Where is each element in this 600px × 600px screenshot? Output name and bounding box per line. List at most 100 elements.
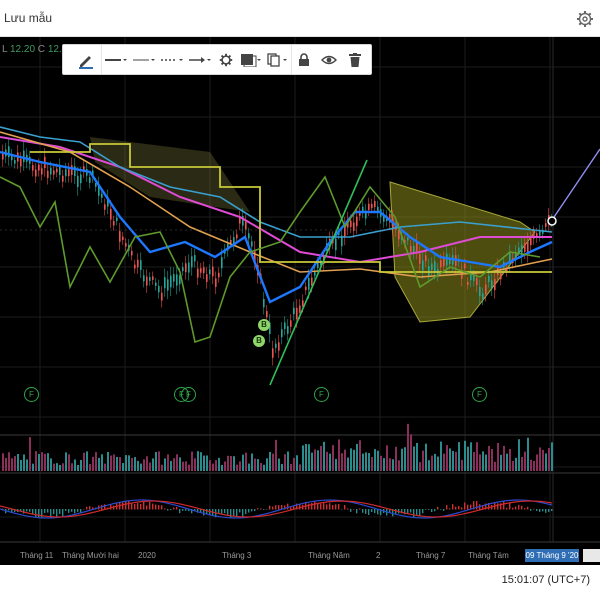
volume-bar <box>146 456 148 471</box>
candle <box>8 146 10 158</box>
volume-bar <box>65 452 67 471</box>
volume-bar <box>131 457 133 471</box>
lock-icon[interactable] <box>291 45 316 74</box>
candle <box>281 329 283 338</box>
arrow-line-icon[interactable] <box>187 45 213 74</box>
macd-histogram-bar <box>53 509 55 515</box>
macd-histogram-bar <box>176 506 178 510</box>
candle <box>491 280 493 289</box>
candle <box>164 277 166 289</box>
volume-bar <box>158 451 160 471</box>
macd-histogram-bar <box>185 509 187 511</box>
b-marker[interactable]: B <box>258 319 270 331</box>
volume-bar <box>197 451 199 471</box>
candle <box>53 170 55 175</box>
candle <box>215 278 217 287</box>
candle <box>80 174 82 184</box>
volume-bar <box>86 451 88 471</box>
macd-histogram-bar <box>518 504 520 510</box>
macd-histogram-bar <box>335 504 337 510</box>
volume-bar <box>8 452 10 471</box>
chart-area[interactable]: L 12.20 C 12. F F F F F B B Tháng 11 Thá… <box>0 37 600 565</box>
macd-histogram-bar <box>314 500 316 510</box>
line-style-icon[interactable] <box>103 45 129 74</box>
volume-bar <box>314 449 316 471</box>
fill-color-icon[interactable] <box>239 45 263 74</box>
volume-bar <box>455 451 457 471</box>
macd-histogram-bar <box>356 509 358 514</box>
eye-icon[interactable] <box>317 45 341 74</box>
macd-histogram-bar <box>227 509 229 515</box>
volume-bar <box>338 439 340 471</box>
volume-bar <box>377 450 379 471</box>
volume-bar <box>497 442 499 471</box>
volume-bar <box>92 456 94 471</box>
line-width-icon[interactable] <box>131 45 157 74</box>
volume-bar <box>449 448 451 471</box>
candle <box>47 170 49 178</box>
macd-histogram-bar <box>329 503 331 510</box>
f-marker[interactable]: F <box>24 387 39 402</box>
volume-bar <box>353 449 355 471</box>
candle <box>524 243 526 252</box>
gear-icon[interactable] <box>215 45 237 74</box>
candle <box>110 208 112 220</box>
candle <box>146 276 148 286</box>
candle <box>149 277 151 281</box>
volume-bar <box>17 453 19 471</box>
save-template-label[interactable]: Lưu mẫu <box>4 11 52 25</box>
candle <box>494 279 496 291</box>
candle <box>176 274 178 286</box>
f-marker[interactable]: F <box>472 387 487 402</box>
f-marker[interactable]: F <box>314 387 329 402</box>
candle <box>161 292 163 301</box>
macd-histogram-bar <box>320 503 322 510</box>
volume-bar <box>287 451 289 471</box>
b-marker[interactable]: B <box>253 335 265 347</box>
volume-bar <box>320 446 322 471</box>
volume-bar <box>410 434 412 471</box>
volume-bar <box>512 460 514 471</box>
candle <box>59 165 61 176</box>
time-axis-label: Tháng Tám <box>468 551 509 560</box>
f-marker[interactable]: F <box>181 387 196 402</box>
volume-bar <box>323 441 325 471</box>
macd-histogram-bar <box>548 509 550 512</box>
macd-histogram-bar <box>512 507 514 510</box>
time-axis-label: Tháng 3 <box>222 551 252 560</box>
candle <box>113 220 115 226</box>
candle <box>197 268 199 278</box>
macd-histogram-bar <box>338 504 340 510</box>
volume-bar <box>68 454 70 471</box>
volume-bar <box>203 455 205 471</box>
candle <box>476 277 478 286</box>
macd-histogram-bar <box>515 506 517 510</box>
macd-histogram-bar <box>170 509 172 511</box>
volume-bar <box>272 453 274 471</box>
clone-icon[interactable] <box>265 45 289 74</box>
gear-icon[interactable] <box>576 10 594 28</box>
dotted-line-icon[interactable] <box>159 45 185 74</box>
volume-bar <box>104 463 106 471</box>
candle <box>485 284 487 294</box>
macd-histogram-bar <box>455 506 457 510</box>
candle <box>446 253 448 266</box>
trash-icon[interactable] <box>343 45 367 74</box>
volume-bar <box>188 464 190 471</box>
volume-bar <box>143 459 145 471</box>
volume-bar <box>125 455 127 471</box>
candle <box>155 282 157 286</box>
volume-bar <box>107 451 109 471</box>
macd-histogram-bar <box>422 509 424 514</box>
volume-bar <box>74 459 76 471</box>
volume-bar <box>161 464 163 471</box>
volume-bar <box>176 454 178 471</box>
macd-histogram-bar <box>371 509 373 512</box>
macd-histogram-bar <box>527 506 529 510</box>
candle <box>374 201 376 208</box>
candle <box>317 262 319 268</box>
pencil-icon[interactable] <box>71 45 102 74</box>
volume-bar <box>467 446 469 471</box>
volume-bar <box>38 453 40 471</box>
chart-canvas[interactable] <box>0 37 600 565</box>
